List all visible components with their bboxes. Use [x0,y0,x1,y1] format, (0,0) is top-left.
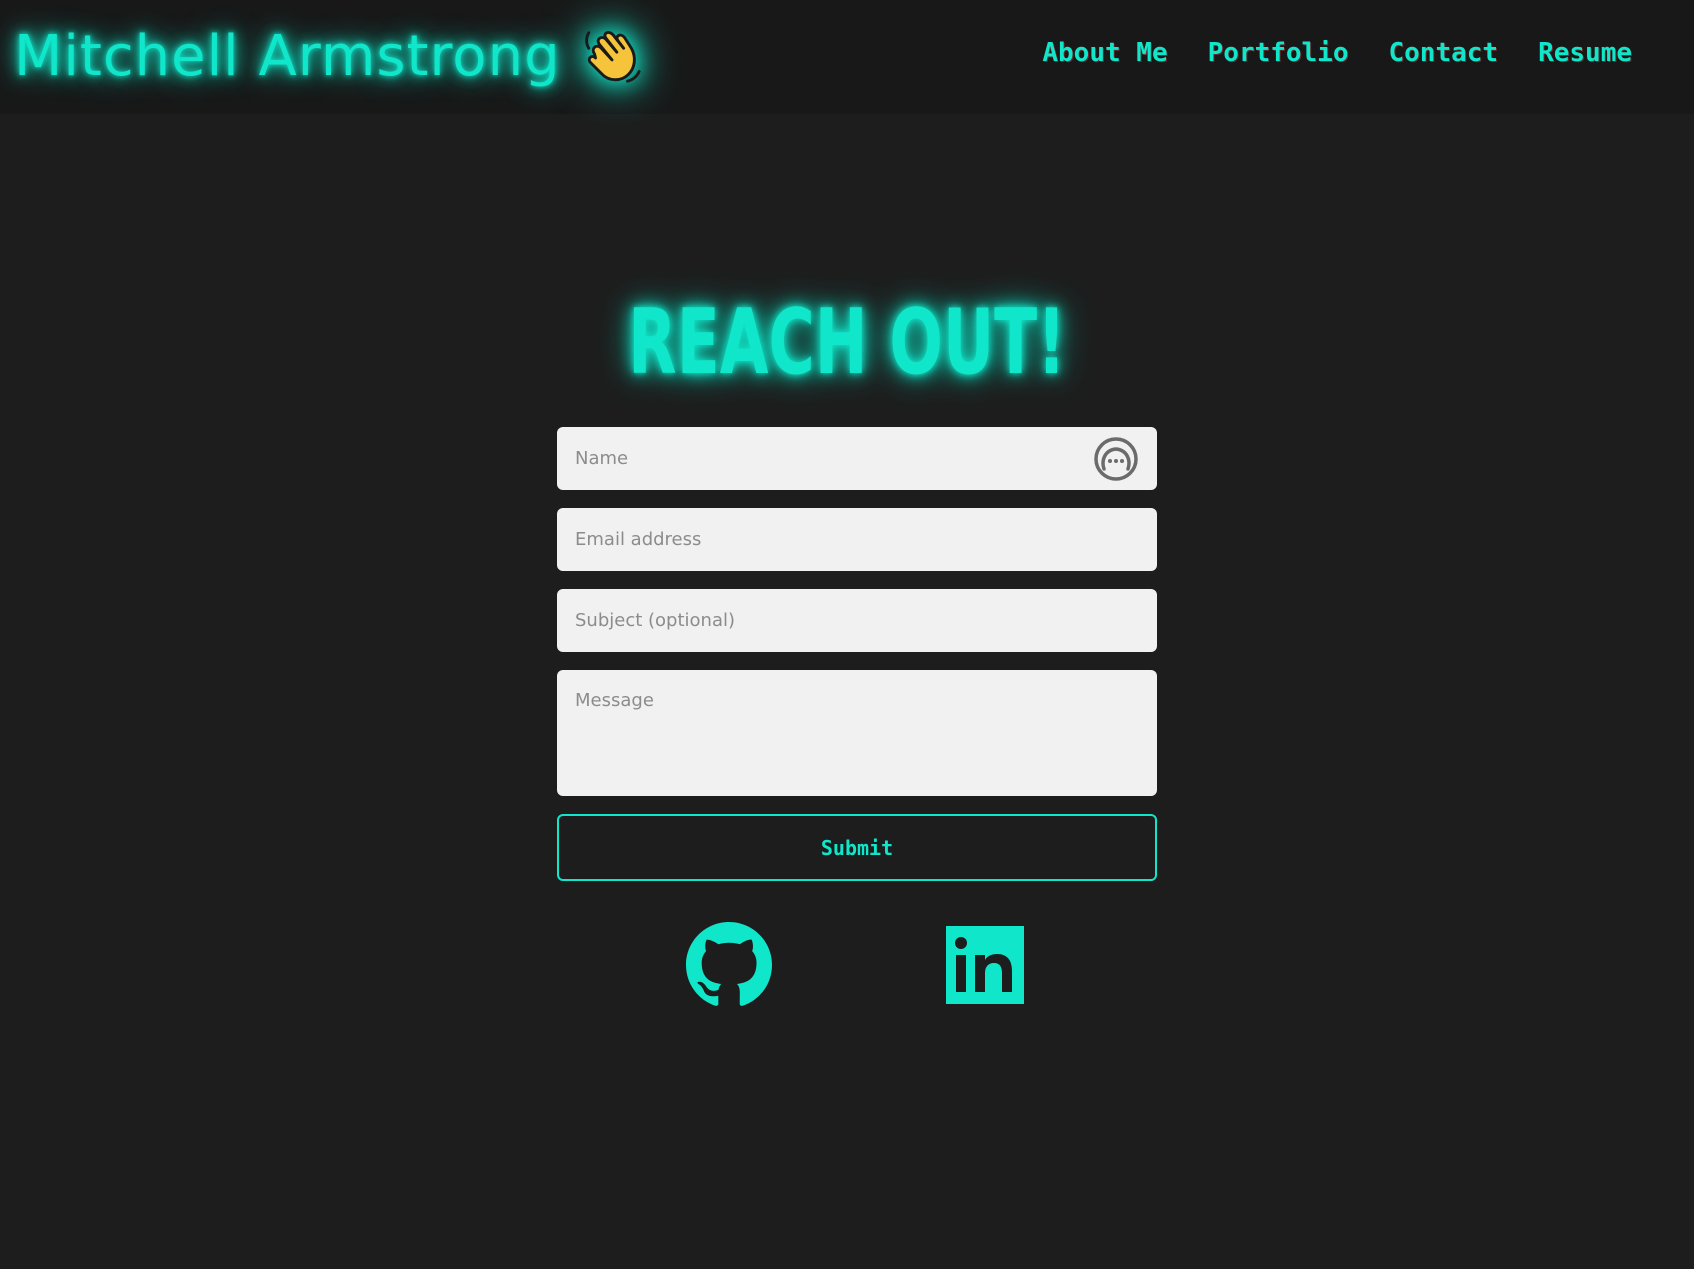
subject-input[interactable] [557,589,1157,652]
github-icon[interactable] [686,922,772,1008]
main-nav: About Me Portfolio Contact Resume [1042,38,1632,68]
subject-field-wrapper [557,589,1157,652]
nav-about-me[interactable]: About Me [1042,38,1167,68]
name-input[interactable] [557,427,1157,490]
nav-contact[interactable]: Contact [1389,38,1499,68]
email-input[interactable] [557,508,1157,571]
site-header: Mitchell Armstrong About Me Portfolio Co… [0,0,1694,114]
brand-name: Mitchell Armstrong [14,23,561,89]
email-field-wrapper [557,508,1157,571]
social-links [0,922,1694,1008]
submit-button[interactable]: Submit [557,814,1157,881]
contact-form: Submit [557,427,1157,881]
message-field-wrapper [557,670,1157,796]
linkedin-icon[interactable] [946,926,1024,1004]
contact-heading: REACH OUT! [628,290,1066,395]
name-field-wrapper [557,427,1157,490]
brand-link[interactable]: Mitchell Armstrong [14,20,643,92]
nav-portfolio[interactable]: Portfolio [1208,38,1349,68]
nav-resume[interactable]: Resume [1538,38,1632,68]
password-manager-icon[interactable] [1093,436,1139,482]
waving-hand-icon [584,31,641,83]
message-textarea[interactable] [557,670,1157,796]
